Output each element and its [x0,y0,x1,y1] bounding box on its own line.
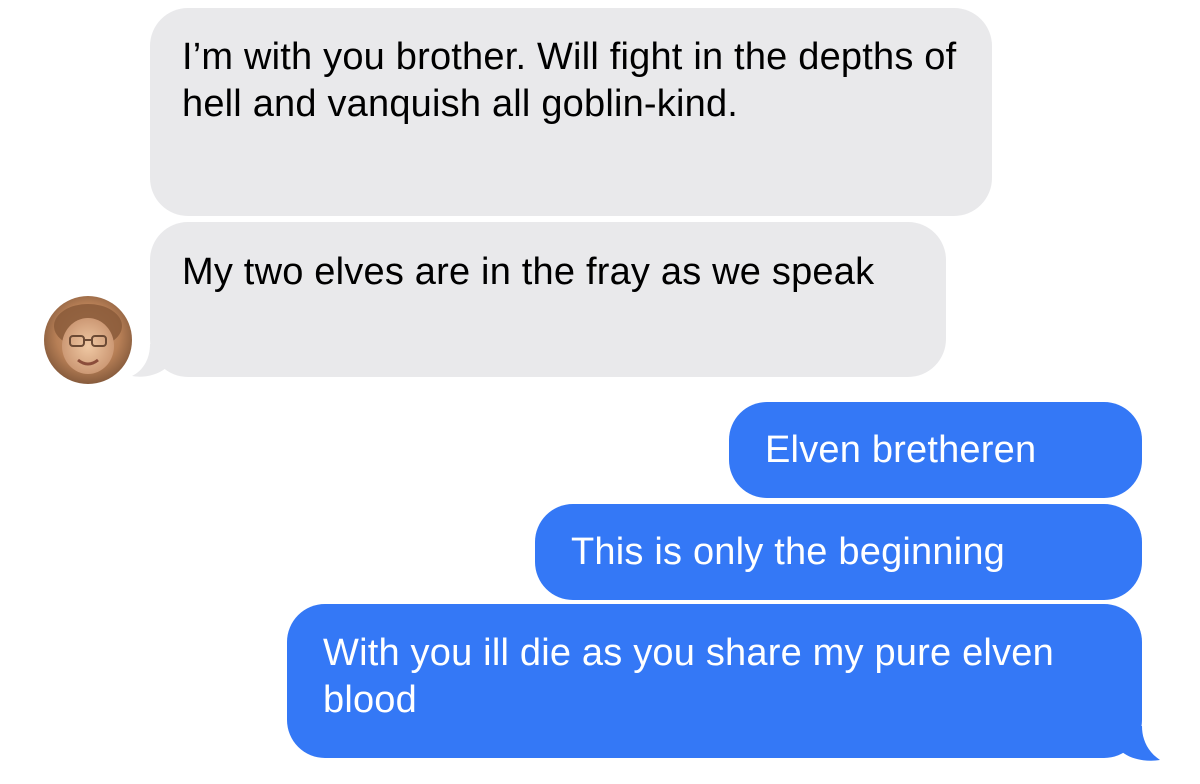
message-text: This is only the beginning [571,531,1006,573]
contact-avatar-photo [44,296,132,384]
message-text: I’m with you brother. Will fight in the … [182,36,957,125]
outgoing-message-bubble[interactable]: With you ill die as you share my pure el… [287,604,1142,758]
outgoing-message-bubble[interactable]: This is only the beginning [535,504,1142,600]
incoming-message-bubble[interactable]: My two elves are in the fray as we speak [150,222,946,377]
message-text: With you ill die as you share my pure el… [323,632,1054,721]
outgoing-message-bubble[interactable]: Elven bretheren [729,402,1142,498]
incoming-message-bubble[interactable]: I’m with you brother. Will fight in the … [150,8,992,216]
message-text: Elven bretheren [765,429,1037,471]
message-text: My two elves are in the fray as we speak [182,251,875,293]
contact-avatar[interactable] [44,296,132,384]
message-thread: I’m with you brother. Will fight in the … [0,0,1200,784]
